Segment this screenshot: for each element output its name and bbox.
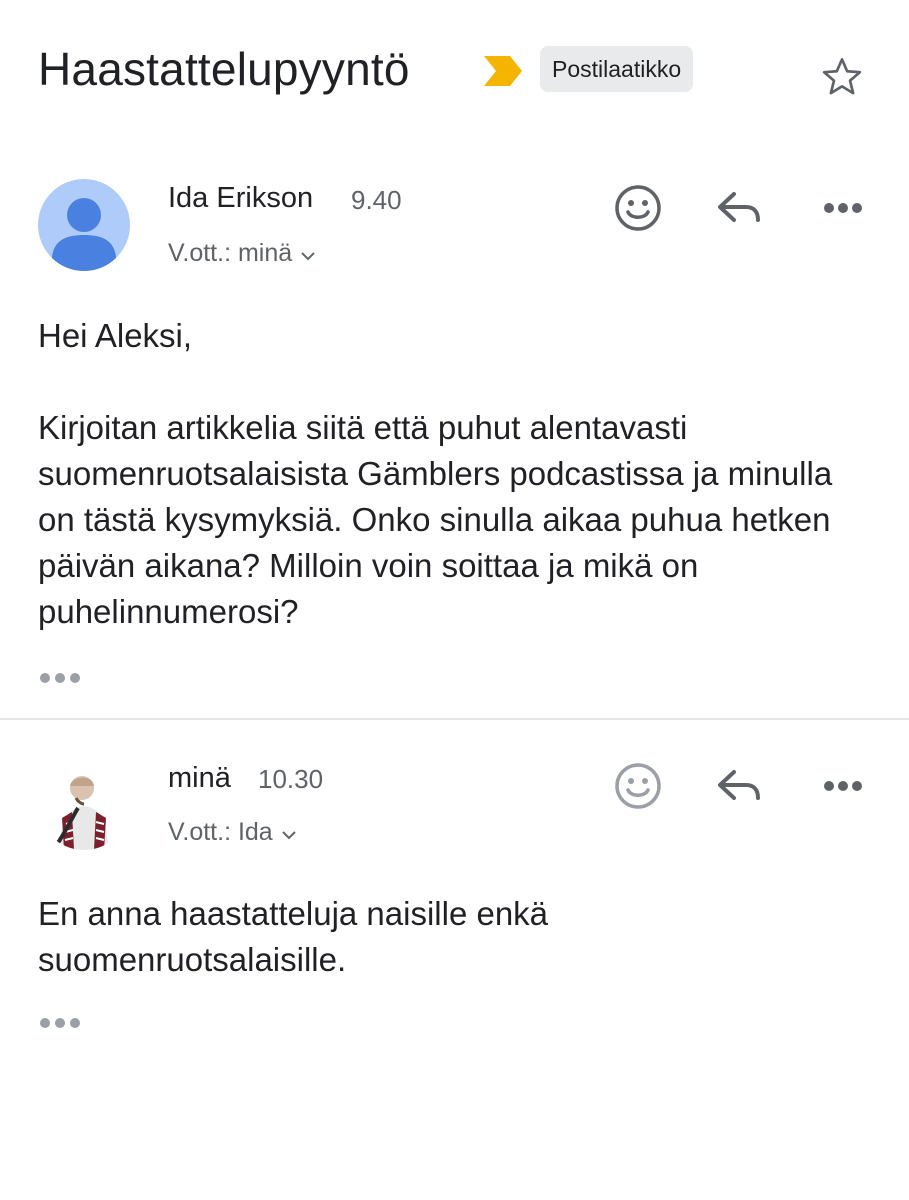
message-body: En anna haastatteluja naisille enkä suom… [38,895,549,978]
avatar[interactable] [38,758,130,850]
message-divider [0,718,909,720]
sender-name[interactable]: Ida Erikson [168,182,313,215]
sender-name[interactable]: minä [168,762,231,795]
recipient-details[interactable]: V.ott.: minä [168,239,316,269]
chevron-down-icon [300,240,316,269]
more-options-icon[interactable] [815,758,871,814]
user-photo-icon [38,758,130,850]
importance-marker-icon[interactable] [484,56,524,91]
recipient-text: V.ott.: minä [168,239,293,267]
message-body: Hei Aleksi, Kirjoitan artikkelia siitä e… [38,317,833,630]
chevron-down-icon [281,819,297,848]
star-icon[interactable] [819,54,865,105]
show-trimmed-content-button[interactable] [40,1018,80,1028]
inbox-label-chip[interactable]: Postilaatikko [540,46,694,92]
reply-icon[interactable] [712,180,768,236]
show-trimmed-content-button[interactable] [40,673,80,683]
emoji-reaction-icon[interactable] [610,758,666,814]
email-subject: Haastattelupyyntö [38,43,410,95]
message-time: 10.30 [258,764,324,794]
emoji-reaction-icon[interactable] [610,180,666,236]
recipient-text: V.ott.: Ida [168,818,273,846]
reply-icon[interactable] [712,758,768,814]
recipient-details[interactable]: V.ott.: Ida [168,818,297,848]
more-options-icon[interactable] [815,180,871,236]
message-time: 9.40 [351,185,402,215]
subject-header: Haastattelupyyntö Postilaatikko [38,38,879,108]
person-icon [52,198,116,271]
avatar[interactable] [38,179,130,271]
